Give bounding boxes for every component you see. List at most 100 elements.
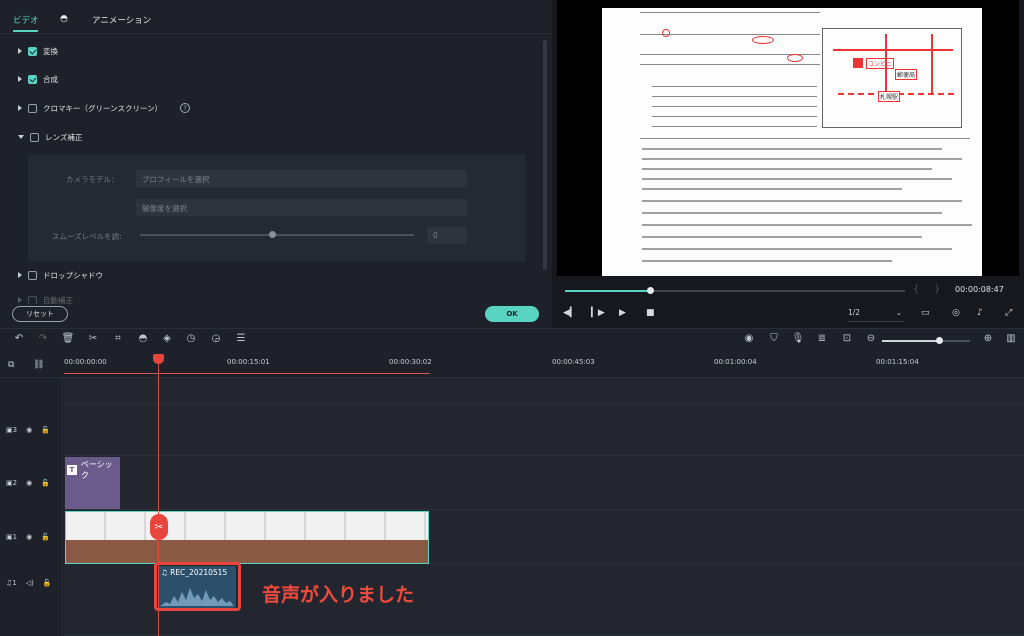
track-video-2[interactable] [64,456,1024,510]
adjust-icon[interactable]: ☰ [234,333,248,344]
add-track-icon[interactable]: ⧉ [8,360,14,370]
layout-icon[interactable]: ▥ [1004,333,1018,344]
playhead-handle[interactable] [153,354,164,364]
volume-icon[interactable]: ♪ [977,308,983,318]
panel-scrollbar[interactable] [543,40,547,270]
smooth-level-slider[interactable] [140,234,414,236]
camera-model-label: カメラモデル： [66,175,119,184]
timeline-zoom-knob[interactable] [936,337,943,344]
section-chroma-key[interactable]: クロマキー（グリーンスクリーン） ? [18,101,191,115]
section-transform[interactable]: 変換 [18,44,58,58]
snap-icon[interactable]: ⊡ [840,333,854,344]
track-empty [64,378,1024,404]
tab-color[interactable]: ◓ [60,14,68,24]
render-bar [64,373,430,374]
section-auto-enhance[interactable]: 自動補正 [18,296,73,304]
preview-zoom-select[interactable]: 1/2 ⌄ [848,308,904,322]
composite-checkbox[interactable] [28,74,37,84]
eye-icon[interactable]: ◉ [26,533,32,541]
eye-icon[interactable]: ◉ [26,479,32,487]
section-label: クロマキー（グリーンスクリーン） [43,103,163,113]
audio-mixer-icon[interactable]: ≣ [815,333,829,344]
smooth-level-value[interactable]: 0 [427,227,467,244]
section-label: 自動補正 [43,296,73,304]
title-clip[interactable]: T ベーシック [65,457,120,509]
track-header-video-2: ▣2 ◉ 🔓 [6,479,50,487]
speaker-icon[interactable]: ◁) [26,579,34,587]
track-header-video-3: ▣3 ◉ 🔓 [6,426,50,434]
drop-shadow-checkbox[interactable] [28,270,37,280]
keyframe-icon[interactable]: ◈ [160,333,174,344]
frame-back-icon[interactable]: ▎▶ [591,308,605,318]
mic-icon[interactable]: 🎙 [791,333,805,344]
cut-icon[interactable]: ✂ [86,333,100,344]
expand-arrow-icon[interactable] [18,272,22,278]
scissors-icon[interactable]: ✂ [150,514,168,540]
crop-icon[interactable]: ⌗ [111,333,125,344]
render-icon[interactable]: ◉ [742,333,756,344]
section-label: 合成 [43,74,58,84]
track-header-video-1: ▣1 ◉ 🔓 [6,533,50,541]
smooth-level-slider-knob[interactable] [269,231,276,238]
undo-icon[interactable]: ↶ [12,333,26,344]
step-back-icon[interactable]: ◀▎ [563,308,577,318]
lock-icon[interactable]: 🔓 [41,426,50,434]
collapse-arrow-icon[interactable] [18,135,24,139]
shield-icon[interactable]: ⛉ [767,333,781,344]
auto-enhance-checkbox[interactable] [28,296,37,304]
link-icon[interactable]: ⛓ [33,360,44,370]
monitor-icon[interactable]: ▭ [921,308,930,318]
ruler-tick: 00:00:45:03 [552,358,595,366]
zoom-value: 1/2 [848,308,861,317]
palette-icon: ◓ [60,14,68,24]
chroma-key-checkbox[interactable] [28,103,37,113]
ok-button[interactable]: OK [485,306,539,322]
play-icon[interactable]: ▶ [619,308,626,318]
mark-out-icon[interactable]: } [934,284,940,295]
eye-icon[interactable]: ◉ [26,426,32,434]
section-label: 変換 [43,46,58,56]
map-sketch: コンビニ 郵便局 札幌駅 [822,28,962,128]
section-label: ドロップシャドウ [43,270,103,280]
tab-animation[interactable]: アニメーション [92,14,151,26]
mark-in-icon[interactable]: { [913,284,919,295]
snapshot-icon[interactable]: ◎ [952,308,960,318]
help-icon[interactable]: ? [180,103,191,113]
map-label-post: 郵便局 [895,69,918,80]
transform-checkbox[interactable] [28,46,37,56]
lock-icon[interactable]: 🔓 [43,579,52,587]
tab-video[interactable]: ビデオ [13,14,39,26]
speed-icon[interactable]: ◷ [184,333,198,344]
expand-arrow-icon[interactable] [18,76,22,82]
expand-arrow-icon[interactable] [18,297,22,303]
video-track-icon: ▣3 [6,426,18,434]
stop-icon[interactable]: ■ [646,308,655,318]
track-header-audio-1: ♫1 ◁) 🔓 [6,579,52,587]
reset-button[interactable]: リセット [12,306,68,322]
zoom-in-icon[interactable]: ⊕ [981,333,995,344]
expand-arrow-icon[interactable] [18,105,22,111]
playback-progress-knob[interactable] [647,287,654,294]
redo-icon[interactable]: ↷ [36,333,50,344]
timeline-zoom-fill [882,340,940,342]
tab-bar: ビデオ ◓ アニメーション [0,0,552,34]
section-composite[interactable]: 合成 [18,72,58,86]
playhead[interactable] [158,356,159,636]
profile-select[interactable]: プロフィールを選択 [136,170,467,187]
section-drop-shadow[interactable]: ドロップシャドウ [18,268,103,282]
lens-correction-checkbox[interactable] [30,132,39,142]
track-video-3[interactable] [64,404,1024,456]
lock-icon[interactable]: 🔓 [41,533,50,541]
lock-icon[interactable]: 🔓 [41,479,50,487]
resolution-select[interactable]: 解像度を選択 [136,199,467,216]
audio-highlight-box [154,562,241,611]
zoom-out-icon[interactable]: ⊖ [864,333,878,344]
clip-label: ベーシック [80,460,113,480]
fullscreen-icon[interactable]: ⤢ [1005,308,1012,318]
delete-icon[interactable]: 🗑 [61,333,75,344]
section-lens-correction[interactable]: レンズ補正 [18,130,82,144]
ruler-tick: 00:00:00:00 [64,358,107,366]
color-icon[interactable]: ◓ [136,333,150,344]
expand-arrow-icon[interactable] [18,48,22,54]
duration-icon[interactable]: ◶ [209,333,223,344]
